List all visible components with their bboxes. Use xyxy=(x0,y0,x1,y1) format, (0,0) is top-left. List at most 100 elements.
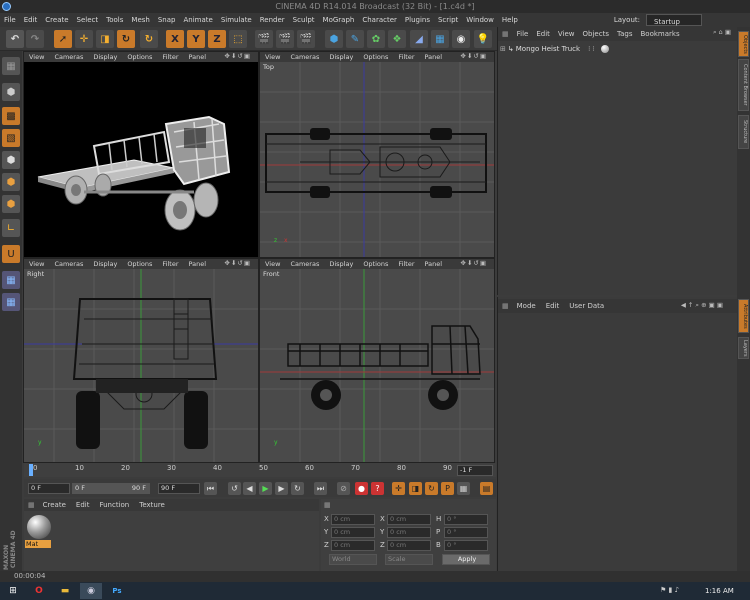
model-mode-icon[interactable]: ⬢ xyxy=(2,83,20,101)
lock-workplane-icon[interactable]: ▦ xyxy=(2,293,20,311)
undo-icon[interactable]: ↶ xyxy=(6,30,24,48)
rotate-icon[interactable]: ↻ xyxy=(117,30,135,48)
vp-menu-view[interactable]: View xyxy=(260,53,285,61)
menu-simulate[interactable]: Simulate xyxy=(217,13,256,27)
material-swatch[interactable] xyxy=(27,515,51,539)
rot-h-field[interactable]: 0 ° xyxy=(444,514,488,525)
vp-menu-filter[interactable]: Filter xyxy=(393,53,419,61)
snap-icon[interactable]: U xyxy=(2,245,20,263)
timeline-end-field[interactable]: -1 F xyxy=(457,465,493,476)
pos-y-field[interactable]: 0 cm xyxy=(331,527,375,538)
app-icon[interactable] xyxy=(2,2,11,11)
mat-menu-texture[interactable]: Texture xyxy=(139,501,165,509)
range-slider[interactable]: 0 F 90 F xyxy=(72,483,150,494)
expand-icon[interactable]: ⊞ xyxy=(500,45,506,53)
go-to-start-icon[interactable]: ⏮ xyxy=(204,482,217,495)
vp-menu-filter[interactable]: Filter xyxy=(157,53,183,61)
spline-pen-icon[interactable]: ✎ xyxy=(346,30,364,48)
vp-menu-panel[interactable]: Panel xyxy=(420,260,448,268)
tray-icons[interactable]: ⚑ ▮ ♪ xyxy=(660,586,679,594)
coord-grip-icon[interactable]: ▦ xyxy=(324,501,331,509)
layout-dropdown[interactable]: Startup xyxy=(646,14,702,26)
vp-menu-view[interactable]: View xyxy=(260,260,285,268)
menu-script[interactable]: Script xyxy=(434,13,462,27)
menu-animate[interactable]: Animate xyxy=(179,13,216,27)
menu-character[interactable]: Character xyxy=(358,13,401,27)
redo-icon[interactable]: ↷ xyxy=(26,30,44,48)
vp-menu-filter[interactable]: Filter xyxy=(393,260,419,268)
menu-window[interactable]: Window xyxy=(462,13,498,27)
menu-plugins[interactable]: Plugins xyxy=(401,13,434,27)
mat-menu-grip-icon[interactable]: ▦ xyxy=(28,501,35,509)
om-icons[interactable]: ⌕ ⌂ ▣ xyxy=(713,28,731,37)
edges-mode-icon[interactable]: ⬢ xyxy=(2,173,20,191)
recent-tool-icon[interactable]: ↻ xyxy=(140,30,158,48)
vp-menu-filter[interactable]: Filter xyxy=(157,260,183,268)
tab-attributes[interactable]: Attributes xyxy=(738,299,749,333)
vp-menu-panel[interactable]: Panel xyxy=(184,260,212,268)
object-row[interactable]: ⊞ ↳ Mongo Heist Truck ⁞ ⁞ xyxy=(500,43,736,54)
size-z-field[interactable]: 0 cm xyxy=(387,540,431,551)
record-parameter-icon[interactable]: P xyxy=(441,482,454,495)
visibility-dots-icon[interactable]: ⁞ ⁞ xyxy=(588,45,595,53)
top-viewport[interactable]: View Cameras Display Options Filter Pane… xyxy=(259,51,495,258)
vp-menu-display[interactable]: Display xyxy=(324,260,358,268)
vp-menu-display[interactable]: Display xyxy=(324,53,358,61)
prev-frame-icon[interactable]: ◀ xyxy=(243,482,256,495)
vp-menu-cameras[interactable]: Cameras xyxy=(49,260,88,268)
menu-snap[interactable]: Snap xyxy=(154,13,180,27)
mat-menu-create[interactable]: Create xyxy=(43,501,66,509)
axis-mode-icon[interactable]: ∟ xyxy=(2,219,20,237)
taskbar-photoshop-icon[interactable]: Ps xyxy=(106,583,128,599)
viewport-nav-icons[interactable]: ✥⬇↺▣ xyxy=(456,259,492,267)
cube-icon[interactable]: ⬢ xyxy=(325,30,343,48)
viewport-nav-icons[interactable]: ✥⬇↺▣ xyxy=(220,52,256,60)
texture-tag-icon[interactable] xyxy=(600,44,609,53)
taskbar-cinema4d-icon[interactable]: ◉ xyxy=(80,583,102,599)
tab-objects[interactable]: Objects xyxy=(738,31,749,57)
texture-mode-icon[interactable]: ▩ xyxy=(2,107,20,125)
pos-z-field[interactable]: 0 cm xyxy=(331,540,375,551)
vp-menu-panel[interactable]: Panel xyxy=(420,53,448,61)
coordinate-system-icon[interactable]: ⬚ xyxy=(229,30,247,48)
menu-file[interactable]: File xyxy=(0,13,20,27)
size-y-field[interactable]: 0 cm xyxy=(387,527,431,538)
viewport-nav-icons[interactable]: ✥⬇↺▣ xyxy=(220,259,256,267)
current-frame-field[interactable]: 0 F xyxy=(28,483,70,494)
make-editable-icon[interactable]: ▦ xyxy=(2,57,20,75)
menu-mograph[interactable]: MoGraph xyxy=(319,13,359,27)
workplane-icon[interactable]: ▦ xyxy=(2,271,20,289)
keyframe-selection-icon[interactable]: ⊘ xyxy=(337,482,350,495)
render-picture-viewer-icon[interactable]: 🎬 xyxy=(276,30,294,48)
vp-menu-view[interactable]: View xyxy=(24,53,49,61)
menu-tools[interactable]: Tools xyxy=(102,13,127,27)
object-name[interactable]: Mongo Heist Truck xyxy=(516,45,580,53)
am-menu-user-data[interactable]: User Data xyxy=(569,302,604,310)
timeline-window-icon[interactable]: ▤ xyxy=(480,482,493,495)
menu-help[interactable]: Help xyxy=(498,13,522,27)
viewport-nav-icons[interactable]: ✥⬇↺▣ xyxy=(456,52,492,60)
tab-layers[interactable]: Layers xyxy=(738,337,749,359)
vp-menu-display[interactable]: Display xyxy=(88,53,122,61)
size-x-field[interactable]: 0 cm xyxy=(387,514,431,525)
am-menu-edit[interactable]: Edit xyxy=(546,302,560,310)
vp-menu-cameras[interactable]: Cameras xyxy=(285,260,324,268)
vp-menu-panel[interactable]: Panel xyxy=(184,53,212,61)
menu-edit[interactable]: Edit xyxy=(20,13,42,27)
perspective-viewport[interactable]: View Cameras Display Options Filter Pane… xyxy=(23,51,259,258)
points-mode-icon[interactable]: ⬢ xyxy=(2,151,20,169)
camera-icon[interactable]: ◉ xyxy=(452,30,470,48)
workplane-mode-icon[interactable]: ▧ xyxy=(2,129,20,147)
am-nav-icons[interactable]: ◀ ↑ ⌕ ⊕ ▣ ▣ xyxy=(681,301,723,310)
vp-menu-options[interactable]: Options xyxy=(122,53,157,61)
mat-menu-function[interactable]: Function xyxy=(99,501,129,509)
record-rotation-icon[interactable]: ↻ xyxy=(425,482,438,495)
vp-menu-options[interactable]: Options xyxy=(122,260,157,268)
scale-icon[interactable]: ◨ xyxy=(96,30,114,48)
next-key-icon[interactable]: ↻ xyxy=(291,482,304,495)
rot-b-field[interactable]: 0 ° xyxy=(444,540,488,551)
bend-deformer-icon[interactable]: ◢ xyxy=(410,30,428,48)
om-menu-view[interactable]: View xyxy=(558,30,575,38)
vp-menu-options[interactable]: Options xyxy=(358,53,393,61)
render-view-icon[interactable]: 🎬 xyxy=(255,30,273,48)
